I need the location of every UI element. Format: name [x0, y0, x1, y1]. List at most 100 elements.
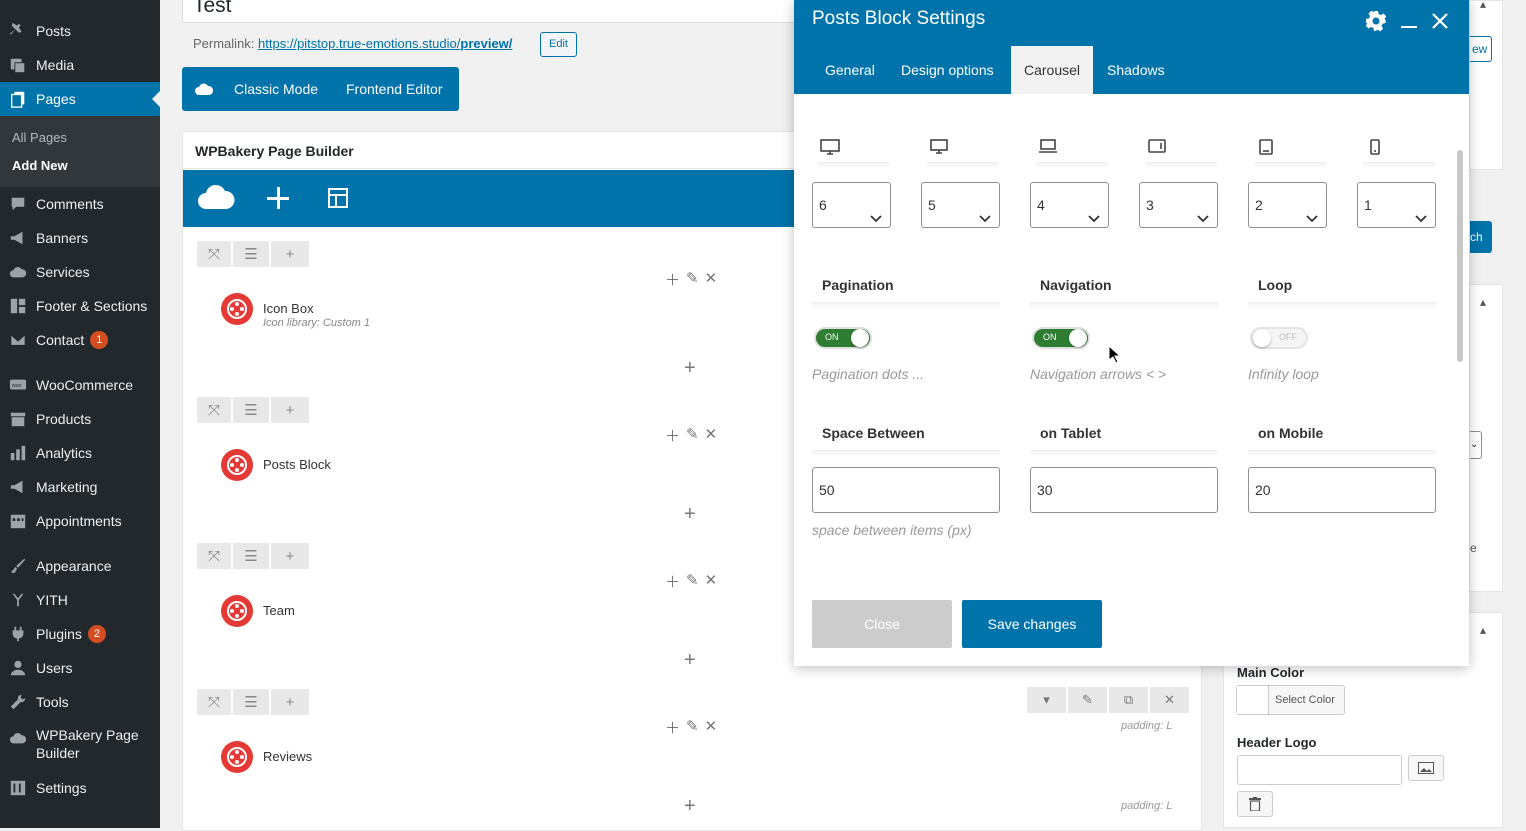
space-mobile-input[interactable]: 20 [1248, 467, 1436, 513]
permalink-link[interactable]: https://pitstop.true-emotions.studio/pre… [258, 36, 512, 51]
row-move-icon[interactable]: ⤧ [197, 241, 231, 267]
menu-yith[interactable]: YITH [0, 583, 160, 617]
column-edit-icon[interactable]: ✎ [686, 425, 699, 446]
menu-products[interactable]: Products [0, 402, 160, 436]
space-tablet-input[interactable]: 30 [1030, 467, 1218, 513]
menu-settings[interactable]: Settings [0, 771, 160, 805]
close-icon[interactable] [1431, 12, 1449, 35]
row-move-icon[interactable]: ⤧ [197, 543, 231, 569]
svg-text:woo: woo [11, 383, 22, 389]
permalink-edit-button[interactable]: Edit [540, 32, 577, 57]
modal-scrollbar[interactable] [1457, 150, 1463, 362]
select-color-button[interactable]: Select Color [1236, 685, 1345, 715]
element-posts-block[interactable]: Posts Block [221, 449, 331, 481]
menu-services[interactable]: Services [0, 255, 160, 289]
column-delete-icon[interactable]: ✕ [705, 425, 718, 446]
row-layout-icon[interactable]: ☰ [233, 543, 269, 569]
add-element-button[interactable]: + [684, 357, 696, 380]
element-reviews[interactable]: Reviews [221, 741, 312, 773]
column-delete-icon[interactable]: ✕ [705, 571, 718, 592]
save-changes-button[interactable]: Save changes [962, 600, 1102, 648]
row-layout-icon[interactable]: ☰ [233, 689, 269, 715]
close-button[interactable]: Close [812, 600, 952, 648]
tab-design-options[interactable]: Design options [888, 46, 1007, 94]
chevron-up-icon[interactable]: ▴ [1480, 0, 1486, 11]
add-element-button[interactable]: + [684, 649, 696, 672]
add-element-button[interactable]: + [684, 795, 696, 818]
edit-icon[interactable]: ✎ [1068, 687, 1107, 713]
menu-marketing[interactable]: Marketing [0, 470, 160, 504]
column-delete-icon[interactable]: ✕ [705, 717, 718, 738]
templates-icon[interactable] [326, 186, 350, 215]
classic-mode-button[interactable]: Classic Mode [234, 81, 318, 97]
menu-comments[interactable]: Comments [0, 187, 160, 221]
columns-laptop-select[interactable]: 4 [1030, 182, 1109, 228]
chevron-down-icon[interactable]: ▾ [1027, 687, 1066, 713]
columns-tablet-landscape-select[interactable]: 3 [1139, 182, 1218, 228]
element-team[interactable]: Team [221, 595, 295, 627]
row-move-icon[interactable]: ⤧ [197, 397, 231, 423]
submenu-all-pages[interactable]: All Pages [12, 130, 67, 145]
header-logo-input[interactable] [1237, 755, 1402, 785]
add-element-icon[interactable] [266, 186, 290, 215]
submenu-add-new[interactable]: Add New [12, 158, 68, 173]
menu-wpbakery[interactable]: WPBakery Page Builder [0, 726, 160, 766]
tab-carousel[interactable]: Carousel [1011, 46, 1094, 94]
menu-contact[interactable]: Contact 1 [0, 323, 160, 357]
column-delete-icon[interactable]: ✕ [705, 269, 718, 290]
row-add-icon[interactable]: + [271, 241, 309, 267]
element-icon-box[interactable]: Icon Box Icon library: Custom 1 [221, 293, 370, 329]
row-add-icon[interactable]: + [271, 543, 309, 569]
columns-desktop-select[interactable]: 5 [921, 182, 1000, 228]
menu-footer-sections[interactable]: Footer & Sections [0, 289, 160, 323]
menu-appointments[interactable]: Appointments [0, 504, 160, 538]
row-add-icon[interactable]: + [271, 689, 309, 715]
frontend-editor-button[interactable]: Frontend Editor [346, 81, 443, 97]
post-title-input[interactable]: Test [182, 0, 822, 23]
row-layout-icon[interactable]: ☰ [233, 241, 269, 267]
menu-media[interactable]: Media [0, 48, 160, 82]
menu-pages[interactable]: Pages [0, 82, 160, 116]
tab-general[interactable]: General [812, 46, 888, 94]
loop-toggle[interactable]: OFF [1250, 327, 1308, 349]
column-add-icon[interactable]: ＋ [665, 269, 680, 290]
image-upload-icon[interactable] [1408, 755, 1444, 781]
pagination-toggle[interactable]: ON [814, 327, 872, 349]
column-edit-icon[interactable]: ✎ [686, 571, 699, 592]
chevron-up-icon[interactable]: ▴ [1480, 623, 1486, 637]
template-select[interactable]: ⌄ [1470, 431, 1482, 459]
column-add-icon[interactable]: ＋ [665, 717, 680, 738]
row-layout-icon[interactable]: ☰ [233, 397, 269, 423]
space-between-input[interactable]: 50 [812, 467, 1000, 513]
column-edit-icon[interactable]: ✎ [686, 717, 699, 738]
tab-shadows[interactable]: Shadows [1094, 46, 1178, 94]
menu-posts[interactable]: Posts [0, 14, 160, 48]
menu-users[interactable]: Users [0, 651, 160, 685]
columns-mobile-select[interactable]: 1 [1357, 182, 1436, 228]
trash-icon[interactable] [1237, 791, 1273, 817]
header-logo-label: Header Logo [1237, 735, 1317, 750]
menu-banners[interactable]: Banners [0, 221, 160, 255]
columns-desktop-large-select[interactable]: 6 [812, 182, 891, 228]
row-add-icon[interactable]: + [271, 397, 309, 423]
menu-tools[interactable]: Tools [0, 685, 160, 719]
menu-woocommerce[interactable]: woo WooCommerce [0, 368, 160, 402]
chevron-up-icon[interactable]: ▴ [1480, 295, 1486, 309]
clone-icon[interactable]: ⧉ [1109, 687, 1148, 713]
row-move-icon[interactable]: ⤧ [197, 689, 231, 715]
column-add-icon[interactable]: ＋ [665, 571, 680, 592]
publish-button[interactable]: ch [1470, 221, 1492, 253]
wpbakery-logo-icon[interactable] [197, 183, 235, 218]
minimize-icon[interactable] [1401, 13, 1417, 34]
preview-button[interactable]: ew [1470, 36, 1492, 62]
menu-appearance[interactable]: Appearance [0, 549, 160, 583]
menu-analytics[interactable]: Analytics [0, 436, 160, 470]
column-edit-icon[interactable]: ✎ [686, 269, 699, 290]
menu-plugins[interactable]: Plugins 2 [0, 617, 160, 651]
column-add-icon[interactable]: ＋ [665, 425, 680, 446]
gear-icon[interactable] [1365, 10, 1387, 37]
columns-tablet-portrait-select[interactable]: 2 [1248, 182, 1327, 228]
add-element-button[interactable]: + [684, 503, 696, 526]
navigation-toggle[interactable]: ON [1032, 327, 1090, 349]
close-icon[interactable]: ✕ [1150, 687, 1189, 713]
